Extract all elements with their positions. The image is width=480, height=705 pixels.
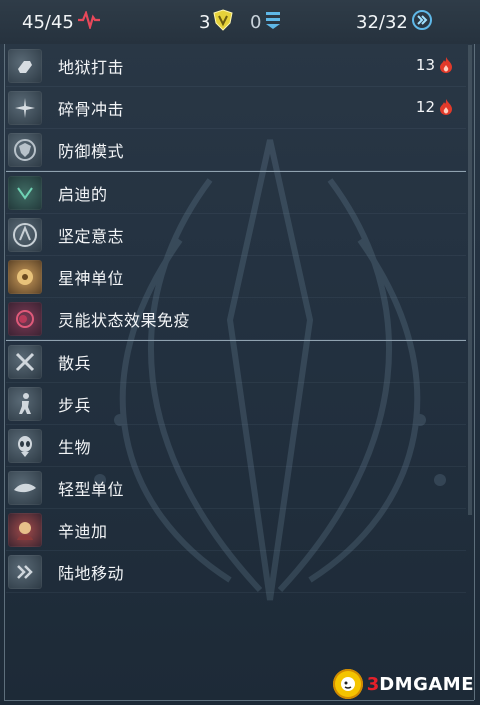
tag-row[interactable]: 轻型单位 [6,467,466,509]
frame-bottom [4,700,474,701]
tag-label: 陆地移动 [58,563,125,583]
ability-cost: 13 [416,56,454,74]
syndicate-icon [8,512,42,547]
alien-head-icon [8,428,42,463]
watermark-text: DMGAME [379,673,474,695]
trait-label: 坚定意志 [58,226,125,246]
health-stat: 45/45 [22,9,101,34]
ability-row[interactable]: 地狱打击 13 [6,45,466,87]
ability-row[interactable]: 碎骨冲击 12 [6,87,466,129]
tag-row[interactable]: 辛迪加 [6,509,466,551]
shields-icon [264,10,282,35]
tag-label: 轻型单位 [58,479,125,499]
ability-label: 地狱打击 [58,57,125,77]
flame-icon [440,99,452,115]
trait-row[interactable]: 星神单位 [6,256,466,298]
flame-icon [440,57,452,73]
health-value: 45/45 [22,11,74,33]
frame-right [474,44,475,700]
armor-stat: 3 [199,8,234,36]
unit-info-panel: 45/45 3 0 32/32 地狱打击 13 碎骨冲击 12 防御模式 启迪的… [0,0,480,705]
tag-label: 生物 [58,437,92,457]
fist-icon [8,48,42,83]
watermark-number: 3 [366,673,380,695]
trait-row[interactable]: 灵能状态效果免疫 [6,298,466,340]
resolve-icon [8,217,42,252]
cost-value: 12 [415,98,435,116]
tag-row[interactable]: 步兵 [6,383,466,425]
frame-left [4,44,5,700]
shields-value: 0 [250,11,262,33]
unit-properties-list: 地狱打击 13 碎骨冲击 12 防御模式 启迪的 坚定意志 星神单位 灵能状态效… [6,45,466,593]
ability-label: 碎骨冲击 [58,99,125,119]
list-scrollbar[interactable] [468,45,472,515]
trait-label: 启迪的 [58,184,108,204]
star-god-icon [8,259,42,294]
traits-group: 启迪的 坚定意志 星神单位 灵能状态效果免疫 [6,172,466,340]
ground-movement-icon [8,554,42,589]
energy-value: 32/32 [356,11,408,33]
ability-label: 防御模式 [58,141,125,161]
light-unit-icon [8,470,42,505]
shatter-icon [8,90,42,125]
tag-label: 散兵 [58,353,92,373]
defense-shield-icon [8,132,42,167]
crossed-swords-icon [8,344,42,379]
psionic-immunity-icon [8,301,42,336]
tag-row[interactable]: 陆地移动 [6,551,466,593]
armor-value: 3 [199,11,211,33]
abilities-group: 地狱打击 13 碎骨冲击 12 防御模式 [6,45,466,171]
cost-value: 13 [415,56,435,74]
tag-row[interactable]: 生物 [6,425,466,467]
tags-group: 散兵 步兵 生物 轻型单位 辛迪加 陆地移动 [6,341,466,593]
infantry-icon [8,386,42,421]
trait-row[interactable]: 坚定意志 [6,214,466,256]
ability-cost: 12 [416,98,454,116]
energy-stat: 32/32 [356,9,433,36]
trait-label: 灵能状态效果免疫 [58,310,191,330]
ability-row[interactable]: 防御模式 [6,129,466,171]
unit-stats-bar: 45/45 3 0 32/32 [0,0,480,44]
site-watermark: 3 DMGAME [332,669,474,699]
enlightened-icon [8,175,42,210]
energy-icon [411,9,433,36]
armor-shield-icon [213,8,234,36]
tag-label: 辛迪加 [58,521,108,541]
tag-label: 步兵 [58,395,92,415]
shields-stat: 0 [250,10,282,34]
trait-row[interactable]: 启迪的 [6,172,466,214]
watermark-logo-icon [332,669,363,699]
heartbeat-icon [77,9,101,34]
trait-label: 星神单位 [58,268,125,288]
tag-row[interactable]: 散兵 [6,341,466,383]
